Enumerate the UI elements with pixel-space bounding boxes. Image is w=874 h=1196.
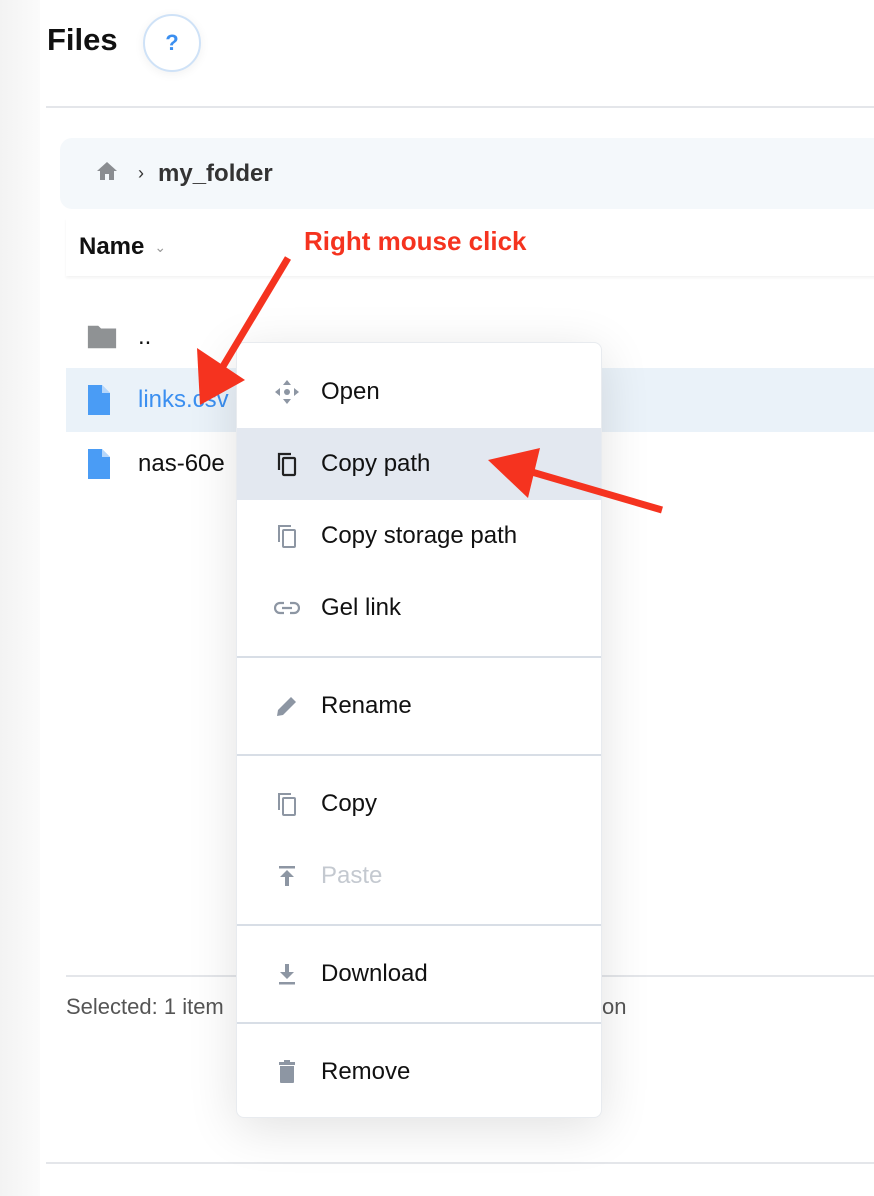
page-title: Files [47,22,118,57]
chevron-down-icon: ⌄ [154,238,167,255]
folder-icon [86,323,118,351]
paste-icon [273,865,301,887]
menu-item-paste: Paste [237,840,601,912]
copy-icon [273,791,301,817]
menu-item-copy-storage-path[interactable]: Copy storage path [237,500,601,572]
copy-icon [273,523,301,549]
link-icon [273,601,301,615]
context-menu: Open Copy path Copy storage path Gel lin… [236,342,602,1118]
menu-label: Gel link [321,594,402,621]
move-icon [273,379,301,405]
annotation-label: Right mouse click [304,226,527,256]
copy-icon [273,451,301,477]
row-name: nas-60e [138,450,225,477]
divider [46,106,874,108]
breadcrumb: › my_folder [60,138,874,209]
file-icon [86,383,118,417]
breadcrumb-separator: › [138,163,144,183]
menu-item-download[interactable]: Download [237,938,601,1010]
menu-label: Paste [321,862,383,889]
home-icon[interactable] [96,161,118,186]
trash-icon [273,1060,301,1084]
row-name: links.csv [138,386,229,413]
status-text-trailing: on [602,994,627,1019]
menu-divider [237,656,601,658]
menu-divider [237,754,601,756]
menu-label: Copy path [321,450,431,477]
breadcrumb-folder[interactable]: my_folder [158,160,273,188]
menu-item-open[interactable]: Open [237,356,601,428]
file-icon [86,447,118,481]
help-button[interactable]: ? [143,14,201,72]
divider [46,1162,874,1164]
menu-item-copy[interactable]: Copy [237,768,601,840]
menu-label: Copy storage path [321,522,518,549]
row-name: .. [138,323,152,350]
menu-item-rename[interactable]: Rename [237,670,601,742]
menu-label: Copy [321,790,378,817]
column-name-label: Name [79,233,145,260]
menu-label: Open [321,378,380,405]
menu-label: Remove [321,1058,411,1085]
menu-item-get-link[interactable]: Gel link [237,572,601,644]
menu-item-copy-path[interactable]: Copy path [237,428,601,500]
download-icon [273,963,301,985]
status-text: Selected: 1 item [66,994,224,1019]
menu-divider [237,1022,601,1024]
menu-label: Download [321,960,428,987]
menu-item-remove[interactable]: Remove [237,1036,601,1108]
menu-label: Rename [321,692,412,719]
left-strip [0,0,40,1196]
pencil-icon [273,694,301,718]
menu-divider [237,924,601,926]
